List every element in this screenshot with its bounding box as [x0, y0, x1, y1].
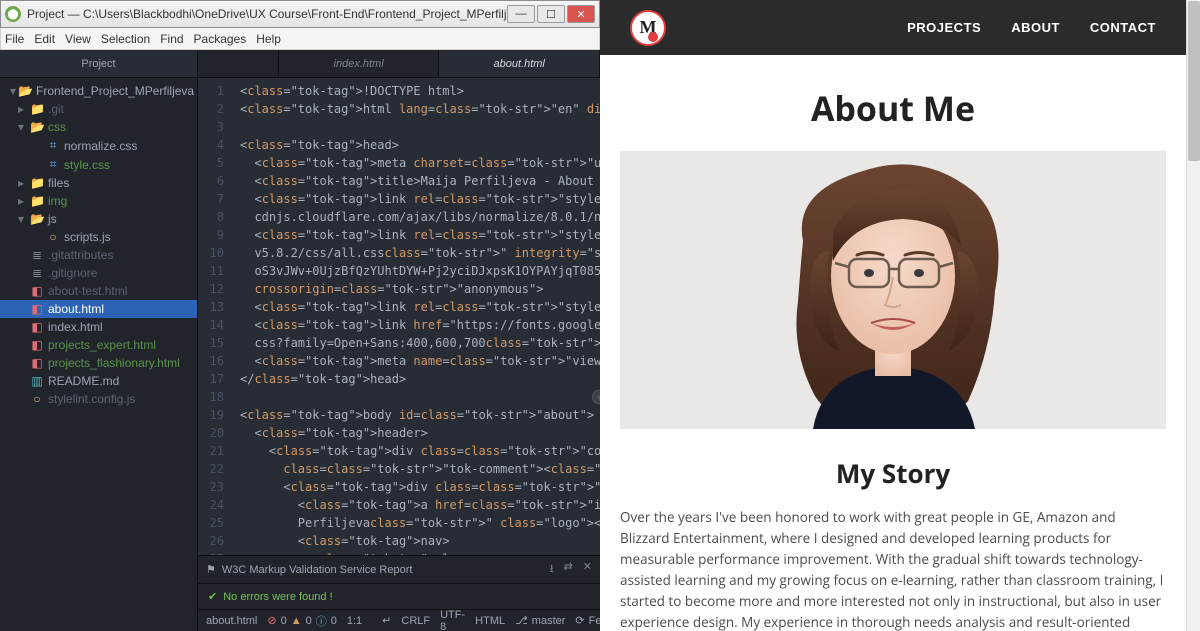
- tree-file-about-html[interactable]: ◧about.html: [0, 300, 197, 318]
- status-file: about.html: [206, 615, 257, 627]
- hero-image: [620, 151, 1166, 429]
- statusbar: about.html ⊘0 ▲0 ⓘ0 1:1 ↵ CRLF UTF-8 HTM…: [198, 609, 600, 631]
- editor-tabs: index.html about.html: [198, 50, 600, 78]
- lint-message: No errors were found !: [223, 591, 332, 603]
- tree-folder-css[interactable]: ▾📂css: [0, 118, 197, 136]
- status-fetch[interactable]: ⟳ Fetch: [575, 614, 600, 627]
- tree-file-style-css[interactable]: ⌗style.css: [0, 155, 197, 174]
- nav-link-projects[interactable]: PROJECTS: [907, 20, 981, 35]
- window-close-button[interactable]: ✕: [567, 5, 595, 23]
- tree-tab[interactable]: [198, 50, 279, 77]
- nav-link-about[interactable]: ABOUT: [1011, 20, 1060, 35]
- scrollbar-thumb[interactable]: [1188, 1, 1200, 161]
- scrollbar[interactable]: [1186, 0, 1200, 631]
- tree-file-index-html[interactable]: ◧index.html: [0, 318, 197, 336]
- line-gutter: 1234567891011121314151617181920212223242…: [198, 78, 232, 555]
- window-title: Project — C:\Users\Blackbodhi\OneDrive\U…: [27, 7, 507, 21]
- preview-page: M PROJECTS ABOUT CONTACT About Me: [600, 0, 1186, 631]
- status-eol[interactable]: CRLF: [401, 615, 430, 627]
- story-paragraph-1: Over the years I've been honored to work…: [620, 507, 1166, 631]
- section-heading: My Story: [620, 455, 1166, 491]
- download-icon[interactable]: ⭳: [550, 560, 554, 579]
- tree-file-scripts-js[interactable]: ○scripts.js: [0, 228, 197, 246]
- portrait-illustration: [743, 151, 1043, 429]
- tree-file--gitattributes[interactable]: ≣.gitattributes: [0, 246, 197, 264]
- menu-packages[interactable]: Packages: [194, 32, 247, 46]
- tree-folder-frontend-project-mperfiljeva[interactable]: ▾📂Frontend_Project_MPerfiljeva: [0, 82, 197, 100]
- lint-title: W3C Markup Validation Service Report: [222, 564, 413, 576]
- page-title: About Me: [620, 85, 1166, 131]
- file-tree: Project ▾📂Frontend_Project_MPerfiljeva▸📁…: [0, 50, 198, 631]
- app-icon: ⬤: [5, 6, 21, 22]
- tab-index[interactable]: index.html: [279, 50, 440, 77]
- tree-file-projects-expert-html[interactable]: ◧projects_expert.html: [0, 336, 197, 354]
- menu-help[interactable]: Help: [256, 32, 281, 46]
- panel-collapse-handle[interactable]: ‹: [592, 390, 600, 404]
- tree-file-stylelint-config-js[interactable]: ○stylelint.config.js: [0, 390, 197, 408]
- tree-file-about-test-html[interactable]: ◧about-test.html: [0, 282, 197, 300]
- window-titlebar: ⬤ Project — C:\Users\Blackbodhi\OneDrive…: [0, 0, 600, 28]
- status-crlf-icon[interactable]: ↵: [382, 614, 391, 627]
- site-header: M PROJECTS ABOUT CONTACT: [600, 0, 1186, 55]
- window-maximize-button[interactable]: ☐: [537, 5, 565, 23]
- tree-folder--git[interactable]: ▸📁.git: [0, 100, 197, 118]
- link-icon[interactable]: ⇄: [564, 560, 573, 579]
- w3c-icon: ⚑: [206, 563, 216, 576]
- tree-folder-files[interactable]: ▸📁files: [0, 174, 197, 192]
- status-position[interactable]: 1:1: [347, 615, 362, 627]
- menu-find[interactable]: Find: [160, 32, 183, 46]
- tree-file-readme-md[interactable]: ▥README.md: [0, 372, 197, 390]
- tab-about[interactable]: about.html: [439, 50, 600, 77]
- tree-folder-js[interactable]: ▾📂js: [0, 210, 197, 228]
- check-icon: ✔: [208, 590, 217, 603]
- status-diagnostics[interactable]: ⊘0 ▲0 ⓘ0: [267, 613, 336, 629]
- menubar: File Edit View Selection Find Packages H…: [0, 28, 600, 50]
- menu-selection[interactable]: Selection: [101, 32, 150, 46]
- site-logo[interactable]: M: [630, 10, 666, 46]
- nav-link-contact[interactable]: CONTACT: [1090, 20, 1156, 35]
- menu-view[interactable]: View: [65, 32, 91, 46]
- menu-file[interactable]: File: [5, 32, 24, 46]
- status-branch[interactable]: ⎇master: [515, 614, 565, 627]
- tree-folder-img[interactable]: ▸📁img: [0, 192, 197, 210]
- tree-file-projects-flashionary-html[interactable]: ◧projects_flashionary.html: [0, 354, 197, 372]
- tree-header: Project: [0, 50, 197, 78]
- code-editor[interactable]: <class="tok-tag">!DOCTYPE html><class="t…: [232, 78, 600, 555]
- status-encoding[interactable]: UTF-8: [440, 609, 465, 631]
- tree-file--gitignore[interactable]: ≣.gitignore: [0, 264, 197, 282]
- menu-edit[interactable]: Edit: [34, 32, 55, 46]
- lint-panel: ⚑ W3C Markup Validation Service Report ⭳…: [198, 555, 600, 609]
- tree-file-normalize-css[interactable]: ⌗normalize.css: [0, 136, 197, 155]
- status-grammar[interactable]: HTML: [475, 615, 505, 627]
- close-icon[interactable]: ✕: [583, 560, 592, 579]
- window-minimize-button[interactable]: —: [507, 5, 535, 23]
